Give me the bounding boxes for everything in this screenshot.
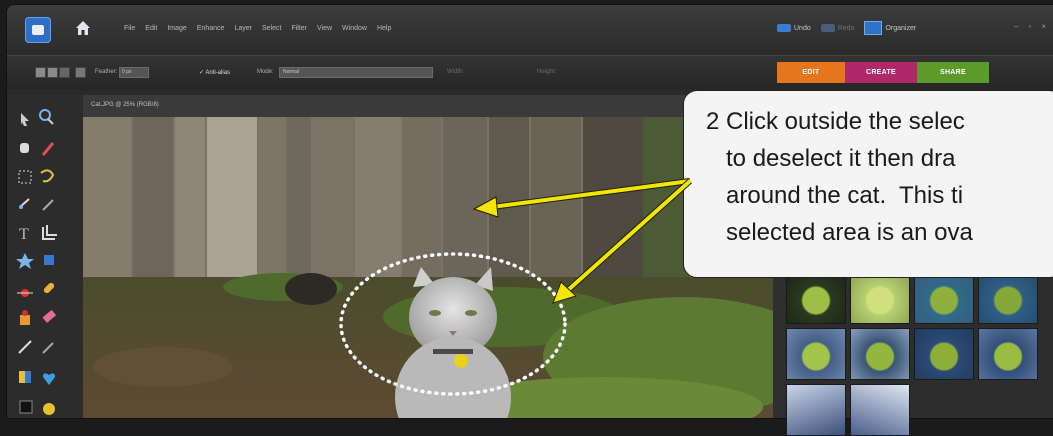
annotation-arrows (472, 178, 692, 304)
